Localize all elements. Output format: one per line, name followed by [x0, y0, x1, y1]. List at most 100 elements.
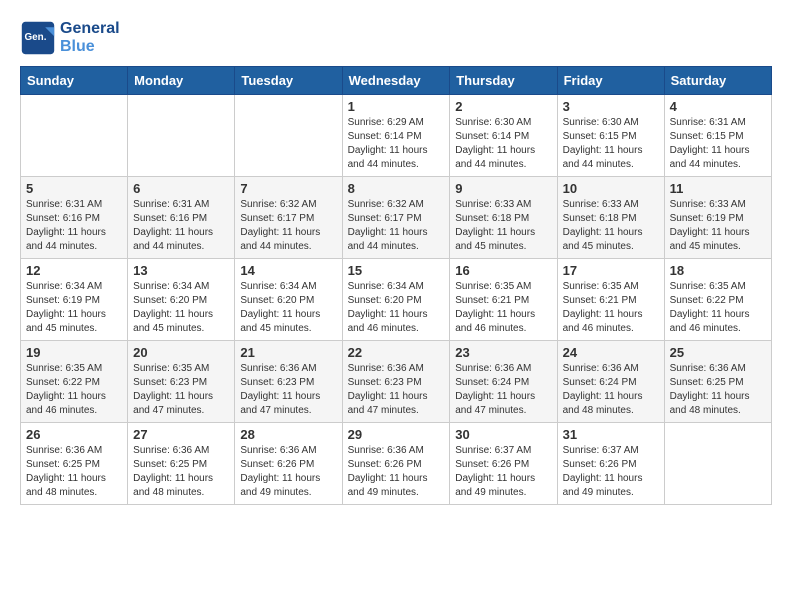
day-number: 25: [670, 345, 766, 360]
day-number: 16: [455, 263, 551, 278]
day-info: Sunrise: 6:35 AMSunset: 6:22 PMDaylight:…: [26, 362, 122, 418]
day-number: 20: [133, 345, 229, 360]
day-number: 19: [26, 345, 122, 360]
calendar-week-row: 1 Sunrise: 6:29 AMSunset: 6:14 PMDaylight…: [21, 95, 772, 177]
day-number: 28: [240, 427, 336, 442]
day-info: Sunrise: 6:30 AMSunset: 6:14 PMDaylight:…: [455, 116, 551, 172]
calendar-cell: 19 Sunrise: 6:35 AMSunset: 6:22 PMDayligh…: [21, 341, 128, 423]
day-info: Sunrise: 6:31 AMSunset: 6:15 PMDaylight:…: [670, 116, 766, 172]
calendar-cell: 20 Sunrise: 6:35 AMSunset: 6:23 PMDayligh…: [128, 341, 235, 423]
day-info: Sunrise: 6:36 AMSunset: 6:25 PMDaylight:…: [26, 444, 122, 500]
calendar-cell: 29 Sunrise: 6:36 AMSunset: 6:26 PMDayligh…: [342, 423, 450, 505]
day-number: 11: [670, 181, 766, 196]
day-info: Sunrise: 6:32 AMSunset: 6:17 PMDaylight:…: [240, 198, 336, 254]
day-number: 26: [26, 427, 122, 442]
day-info: Sunrise: 6:35 AMSunset: 6:21 PMDaylight:…: [563, 280, 659, 336]
calendar-cell: 17 Sunrise: 6:35 AMSunset: 6:21 PMDayligh…: [557, 259, 664, 341]
day-info: Sunrise: 6:34 AMSunset: 6:19 PMDaylight:…: [26, 280, 122, 336]
logo: Gen. General Blue: [20, 20, 120, 56]
calendar-cell: 31Sunrise: 6:37 AMSunset: 6:26 PMDayligh…: [557, 423, 664, 505]
day-info: Sunrise: 6:36 AMSunset: 6:23 PMDaylight:…: [348, 362, 445, 418]
day-number: 10: [563, 181, 659, 196]
day-info: Sunrise: 6:36 AMSunset: 6:24 PMDaylight:…: [455, 362, 551, 418]
day-number: 1: [348, 99, 445, 114]
logo-icon: Gen.: [20, 20, 56, 56]
weekday-header: Tuesday: [235, 67, 342, 95]
calendar-cell: 23 Sunrise: 6:36 AMSunset: 6:24 PMDayligh…: [450, 341, 557, 423]
calendar-cell: 9Sunrise: 6:33 AMSunset: 6:18 PMDaylight…: [450, 177, 557, 259]
day-number: 2: [455, 99, 551, 114]
day-number: 30: [455, 427, 551, 442]
day-info: Sunrise: 6:36 AMSunset: 6:25 PMDaylight:…: [670, 362, 766, 418]
day-number: 15: [348, 263, 445, 278]
day-number: 5: [26, 181, 122, 196]
calendar-cell: [235, 95, 342, 177]
logo-text-line2: Blue: [60, 38, 120, 56]
calendar-cell: 11Sunrise: 6:33 AMSunset: 6:19 PMDayligh…: [664, 177, 771, 259]
calendar-cell: 4 Sunrise: 6:31 AMSunset: 6:15 PMDaylight…: [664, 95, 771, 177]
calendar-cell: 7 Sunrise: 6:32 AMSunset: 6:17 PMDaylight…: [235, 177, 342, 259]
calendar-cell: 8 Sunrise: 6:32 AMSunset: 6:17 PMDaylight…: [342, 177, 450, 259]
day-number: 14: [240, 263, 336, 278]
weekday-header: Friday: [557, 67, 664, 95]
calendar-cell: 27Sunrise: 6:36 AMSunset: 6:25 PMDayligh…: [128, 423, 235, 505]
day-info: Sunrise: 6:33 AMSunset: 6:18 PMDaylight:…: [563, 198, 659, 254]
day-number: 21: [240, 345, 336, 360]
calendar-cell: 2 Sunrise: 6:30 AMSunset: 6:14 PMDaylight…: [450, 95, 557, 177]
day-number: 3: [563, 99, 659, 114]
weekday-header: Thursday: [450, 67, 557, 95]
day-number: 29: [348, 427, 445, 442]
day-info: Sunrise: 6:36 AMSunset: 6:26 PMDaylight:…: [240, 444, 336, 500]
day-info: Sunrise: 6:35 AMSunset: 6:23 PMDaylight:…: [133, 362, 229, 418]
calendar-cell: 12 Sunrise: 6:34 AMSunset: 6:19 PMDayligh…: [21, 259, 128, 341]
day-number: 7: [240, 181, 336, 196]
day-number: 8: [348, 181, 445, 196]
calendar-cell: 24Sunrise: 6:36 AMSunset: 6:24 PMDayligh…: [557, 341, 664, 423]
day-info: Sunrise: 6:32 AMSunset: 6:17 PMDaylight:…: [348, 198, 445, 254]
day-info: Sunrise: 6:37 AMSunset: 6:26 PMDaylight:…: [455, 444, 551, 500]
calendar-cell: 16Sunrise: 6:35 AMSunset: 6:21 PMDayligh…: [450, 259, 557, 341]
day-number: 22: [348, 345, 445, 360]
day-info: Sunrise: 6:29 AMSunset: 6:14 PMDaylight:…: [348, 116, 445, 172]
calendar-cell: 25 Sunrise: 6:36 AMSunset: 6:25 PMDayligh…: [664, 341, 771, 423]
calendar-cell: 6 Sunrise: 6:31 AMSunset: 6:16 PMDaylight…: [128, 177, 235, 259]
weekday-header: Saturday: [664, 67, 771, 95]
weekday-header: Wednesday: [342, 67, 450, 95]
day-number: 12: [26, 263, 122, 278]
calendar-cell: 21 Sunrise: 6:36 AMSunset: 6:23 PMDayligh…: [235, 341, 342, 423]
calendar-cell: [21, 95, 128, 177]
day-info: Sunrise: 6:36 AMSunset: 6:26 PMDaylight:…: [348, 444, 445, 500]
day-info: Sunrise: 6:30 AMSunset: 6:15 PMDaylight:…: [563, 116, 659, 172]
day-info: Sunrise: 6:34 AMSunset: 6:20 PMDaylight:…: [133, 280, 229, 336]
weekday-header: Sunday: [21, 67, 128, 95]
calendar-cell: 13 Sunrise: 6:34 AMSunset: 6:20 PMDayligh…: [128, 259, 235, 341]
calendar-week-row: 26 Sunrise: 6:36 AMSunset: 6:25 PMDayligh…: [21, 423, 772, 505]
calendar-cell: [664, 423, 771, 505]
day-info: Sunrise: 6:34 AMSunset: 6:20 PMDaylight:…: [240, 280, 336, 336]
weekday-header: Monday: [128, 67, 235, 95]
calendar-cell: 1 Sunrise: 6:29 AMSunset: 6:14 PMDaylight…: [342, 95, 450, 177]
calendar-cell: 18 Sunrise: 6:35 AMSunset: 6:22 PMDayligh…: [664, 259, 771, 341]
day-number: 24: [563, 345, 659, 360]
day-info: Sunrise: 6:37 AMSunset: 6:26 PMDaylight:…: [563, 444, 659, 500]
page-header: Gen. General Blue: [20, 20, 772, 56]
day-info: Sunrise: 6:35 AMSunset: 6:22 PMDaylight:…: [670, 280, 766, 336]
calendar-cell: 5 Sunrise: 6:31 AMSunset: 6:16 PMDaylight…: [21, 177, 128, 259]
day-number: 18: [670, 263, 766, 278]
day-info: Sunrise: 6:31 AMSunset: 6:16 PMDaylight:…: [26, 198, 122, 254]
calendar-week-row: 12 Sunrise: 6:34 AMSunset: 6:19 PMDayligh…: [21, 259, 772, 341]
calendar-cell: 28 Sunrise: 6:36 AMSunset: 6:26 PMDayligh…: [235, 423, 342, 505]
svg-text:Gen.: Gen.: [25, 32, 47, 43]
day-number: 13: [133, 263, 229, 278]
calendar-cell: [128, 95, 235, 177]
day-number: 6: [133, 181, 229, 196]
calendar-cell: 14 Sunrise: 6:34 AMSunset: 6:20 PMDayligh…: [235, 259, 342, 341]
logo-text-line1: General: [60, 20, 120, 38]
day-info: Sunrise: 6:36 AMSunset: 6:23 PMDaylight:…: [240, 362, 336, 418]
day-number: 23: [455, 345, 551, 360]
day-info: Sunrise: 6:31 AMSunset: 6:16 PMDaylight:…: [133, 198, 229, 254]
calendar-header-row: SundayMondayTuesdayWednesdayThursdayFrid…: [21, 67, 772, 95]
day-number: 17: [563, 263, 659, 278]
day-number: 4: [670, 99, 766, 114]
calendar-cell: 26 Sunrise: 6:36 AMSunset: 6:25 PMDayligh…: [21, 423, 128, 505]
